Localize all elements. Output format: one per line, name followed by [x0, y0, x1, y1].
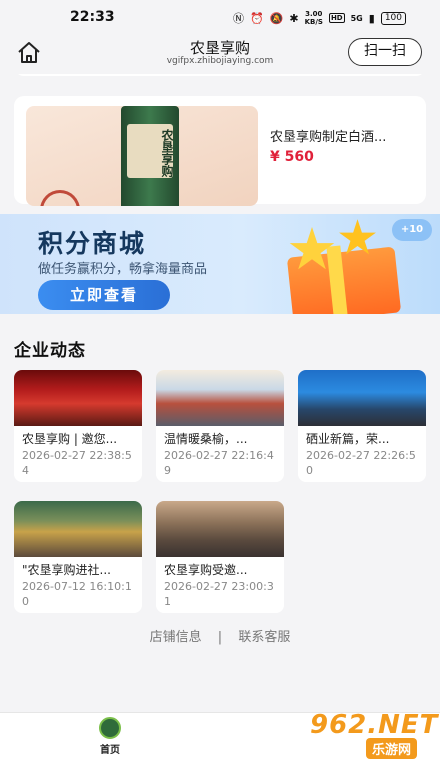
- nfc-icon: Ⓝ: [232, 12, 244, 25]
- news-title: 农垦享购受邀...: [164, 563, 248, 577]
- news-image: [14, 501, 142, 557]
- seal-decoration: [40, 190, 80, 206]
- product-name[interactable]: 农垦享购制定白酒...: [270, 126, 410, 145]
- alarm-icon: ⏰: [249, 11, 264, 25]
- news-title: 硒业新篇，荣...: [306, 432, 390, 446]
- news-date: 2026-07-12 16:10:10: [22, 580, 132, 608]
- site-watermark: 962.NET 乐游网: [310, 706, 439, 759]
- news-date: 2026-02-27 23:00:31: [164, 580, 274, 608]
- status-icons: Ⓝ ⏰ 🔕 ✱ 3.00 KB/S HD 5G ▮ 100: [233, 10, 406, 26]
- net-speed-unit: KB/S: [304, 18, 323, 26]
- news-date: 2026-02-27 22:26:50: [306, 449, 416, 477]
- product-card[interactable]: 农垦享购 农垦享购制定白酒... ¥ 560: [14, 96, 426, 206]
- news-section-title: 企业动态: [14, 341, 86, 361]
- nav-bar: 农垦享购 vgifpx.zhibojiaying.com 扫一扫: [0, 34, 440, 74]
- footer-links: 店铺信息 | 联系客服: [0, 626, 440, 645]
- news-card[interactable]: 农垦享购 | 邀您... 2026-02-27 22:38:54: [14, 370, 142, 482]
- bottle-label: 农垦享购: [127, 124, 174, 178]
- scan-button[interactable]: 扫一扫: [348, 38, 422, 66]
- tab-home-label: 首页: [100, 745, 120, 756]
- tab-home[interactable]: 首页: [92, 717, 128, 756]
- footer-separator: |: [217, 630, 223, 645]
- status-time: 22:33: [70, 9, 115, 25]
- watermark-sub: 乐游网: [366, 738, 418, 759]
- points-badge: +10: [392, 219, 432, 241]
- watermark-logo: 962.NET: [310, 710, 439, 740]
- news-card[interactable]: "农垦享购进社... 2026-07-12 16:10:10: [14, 501, 142, 613]
- points-mall-banner[interactable]: 积分商城 做任务赢积分，畅拿海量商品 立即查看 ★ ★ +10: [0, 214, 440, 314]
- net-speed-value: 3.00: [305, 10, 323, 18]
- store-info-link[interactable]: 店铺信息: [150, 630, 202, 645]
- main-content[interactable]: 农垦享购 农垦享购制定白酒... ¥ 560 积分商城 做任务赢积分，畅拿海量商…: [0, 74, 440, 712]
- product-card-partial[interactable]: [14, 74, 426, 76]
- status-bar: 22:33 Ⓝ ⏰ 🔕 ✱ 3.00 KB/S HD 5G ▮ 100: [0, 0, 440, 34]
- news-card[interactable]: 硒业新篇，荣... 2026-02-27 22:26:50: [298, 370, 426, 482]
- contact-service-link[interactable]: 联系客服: [238, 630, 290, 645]
- news-card[interactable]: 农垦享购受邀... 2026-02-27 23:00:31: [156, 501, 284, 613]
- hd-badge: HD: [328, 13, 345, 23]
- news-card[interactable]: 温情暖桑榆，... 2026-02-27 22:16:49: [156, 370, 284, 482]
- mute-icon: 🔕: [269, 11, 284, 25]
- bluetooth-icon: ✱: [289, 11, 299, 25]
- news-title: 农垦享购 | 邀您...: [22, 432, 118, 446]
- bottle-graphic: 农垦享购: [121, 106, 179, 206]
- news-image: [156, 370, 284, 426]
- news-title: 温情暖桑榆，...: [164, 432, 248, 446]
- star-icon-small: ★: [336, 214, 380, 266]
- product-price: ¥ 560: [270, 149, 314, 165]
- banner-subtitle: 做任务赢积分，畅拿海量商品: [38, 262, 208, 277]
- net-speed: 3.00 KB/S: [305, 10, 323, 26]
- home-tab-icon: [99, 717, 121, 739]
- signal-icon: ▮: [368, 11, 375, 25]
- view-now-button[interactable]: 立即查看: [38, 280, 170, 310]
- battery-icon: 100: [380, 11, 406, 25]
- news-date: 2026-02-27 22:16:49: [164, 449, 274, 477]
- news-image: [14, 370, 142, 426]
- news-date: 2026-02-27 22:38:54: [22, 449, 132, 477]
- news-image: [156, 501, 284, 557]
- product-image: 农垦享购: [26, 106, 258, 206]
- signal-label: 5G: [350, 13, 363, 23]
- news-title: "农垦享购进社...: [22, 563, 111, 577]
- banner-title: 积分商城: [38, 229, 147, 258]
- star-icon: ★: [286, 215, 338, 283]
- news-image: [298, 370, 426, 426]
